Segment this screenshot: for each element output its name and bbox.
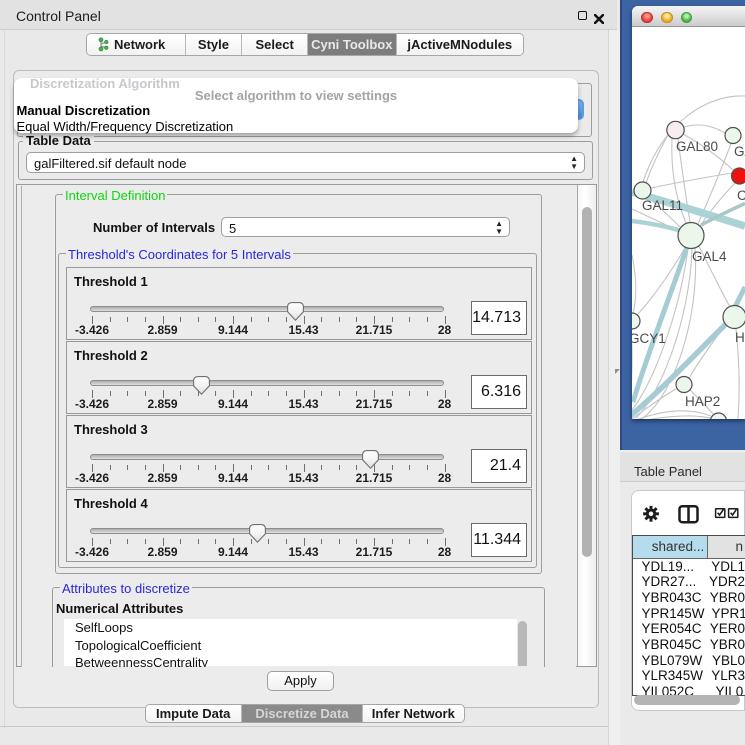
svg-text:GAL11: GAL11 [642,198,683,213]
svg-text:GA: GA [734,144,745,159]
svg-text:C: C [737,188,745,203]
svg-text:GCY1: GCY1 [632,331,666,346]
svg-text:GAL4: GAL4 [692,249,727,264]
svg-text:HAP2: HAP2 [685,394,720,409]
svg-text:GAL80: GAL80 [676,139,718,154]
svg-text:H: H [735,330,745,345]
